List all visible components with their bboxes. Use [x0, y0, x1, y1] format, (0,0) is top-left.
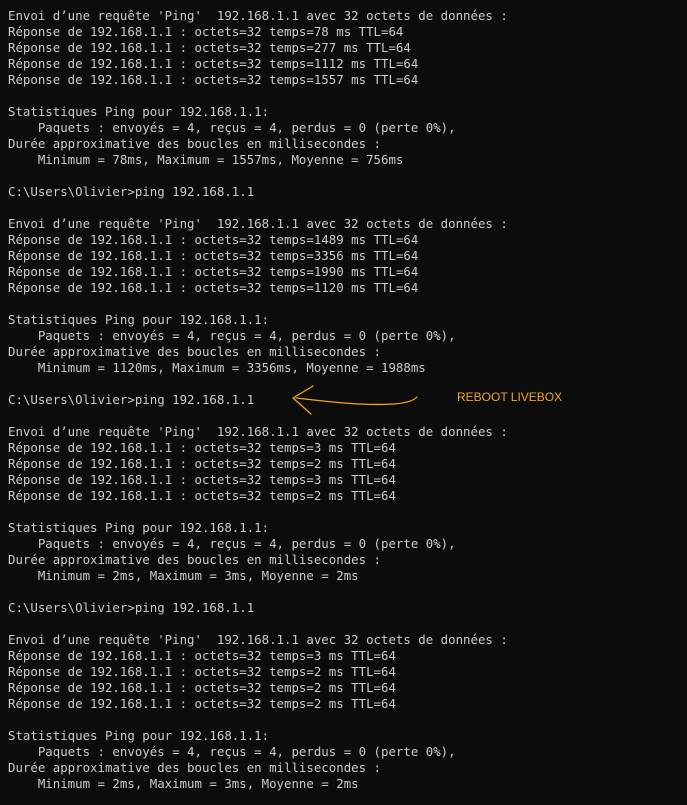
terminal-line: Réponse de 192.168.1.1 : octets=32 temps… — [8, 72, 419, 87]
terminal-line: Réponse de 192.168.1.1 : octets=32 temps… — [8, 232, 419, 247]
annotation-label: REBOOT LIVEBOX — [457, 390, 563, 404]
terminal-line: Paquets : envoyés = 4, reçus = 4, perdus… — [8, 536, 456, 551]
terminal-line: Paquets : envoyés = 4, reçus = 4, perdus… — [8, 744, 456, 759]
terminal-line: Réponse de 192.168.1.1 : octets=32 temps… — [8, 248, 419, 263]
terminal-line: Durée approximative des boucles en milli… — [8, 136, 381, 151]
terminal-line: Durée approximative des boucles en milli… — [8, 552, 381, 567]
terminal-line: Envoi d’une requête 'Ping' 192.168.1.1 a… — [8, 8, 508, 23]
terminal-line: Réponse de 192.168.1.1 : octets=32 temps… — [8, 664, 396, 679]
terminal-line: Réponse de 192.168.1.1 : octets=32 temps… — [8, 40, 411, 55]
terminal-line: Réponse de 192.168.1.1 : octets=32 temps… — [8, 440, 396, 455]
terminal-line: Statistiques Ping pour 192.168.1.1: — [8, 312, 270, 327]
terminal-line: Réponse de 192.168.1.1 : octets=32 temps… — [8, 456, 396, 471]
terminal-line: Envoi d’une requête 'Ping' 192.168.1.1 a… — [8, 632, 508, 647]
terminal-output[interactable]: Envoi d’une requête 'Ping' 192.168.1.1 a… — [8, 8, 683, 792]
terminal-line: Réponse de 192.168.1.1 : octets=32 temps… — [8, 56, 419, 71]
terminal-line: Réponse de 192.168.1.1 : octets=32 temps… — [8, 648, 396, 663]
terminal-line: Minimum = 2ms, Maximum = 3ms, Moyenne = … — [8, 568, 359, 583]
terminal-line: Réponse de 192.168.1.1 : octets=32 temps… — [8, 680, 396, 695]
terminal-line: C:\Users\Olivier>ping 192.168.1.1 — [8, 392, 255, 407]
terminal-line: Réponse de 192.168.1.1 : octets=32 temps… — [8, 696, 396, 711]
terminal-line: Réponse de 192.168.1.1 : octets=32 temps… — [8, 280, 419, 295]
terminal-line: Réponse de 192.168.1.1 : octets=32 temps… — [8, 472, 396, 487]
terminal-line: C:\Users\Olivier>ping 192.168.1.1 — [8, 184, 255, 199]
terminal-line: Réponse de 192.168.1.1 : octets=32 temps… — [8, 488, 396, 503]
terminal-line: Durée approximative des boucles en milli… — [8, 760, 381, 775]
terminal-line: Minimum = 78ms, Maximum = 1557ms, Moyenn… — [8, 152, 404, 167]
terminal-line: Minimum = 1120ms, Maximum = 3356ms, Moye… — [8, 360, 426, 375]
terminal-line: Statistiques Ping pour 192.168.1.1: — [8, 728, 270, 743]
terminal-line: Envoi d’une requête 'Ping' 192.168.1.1 a… — [8, 424, 508, 439]
terminal-line: Envoi d’une requête 'Ping' 192.168.1.1 a… — [8, 216, 508, 231]
terminal-line: Paquets : envoyés = 4, reçus = 4, perdus… — [8, 120, 456, 135]
terminal-line: Réponse de 192.168.1.1 : octets=32 temps… — [8, 264, 419, 279]
terminal-line: Durée approximative des boucles en milli… — [8, 344, 381, 359]
terminal-line: C:\Users\Olivier>ping 192.168.1.1 — [8, 600, 255, 615]
terminal-line: Paquets : envoyés = 4, reçus = 4, perdus… — [8, 328, 456, 343]
terminal-line: Minimum = 2ms, Maximum = 3ms, Moyenne = … — [8, 776, 359, 791]
terminal-line: Réponse de 192.168.1.1 : octets=32 temps… — [8, 24, 404, 39]
terminal-line: Statistiques Ping pour 192.168.1.1: — [8, 104, 270, 119]
terminal-line: Statistiques Ping pour 192.168.1.1: — [8, 520, 270, 535]
